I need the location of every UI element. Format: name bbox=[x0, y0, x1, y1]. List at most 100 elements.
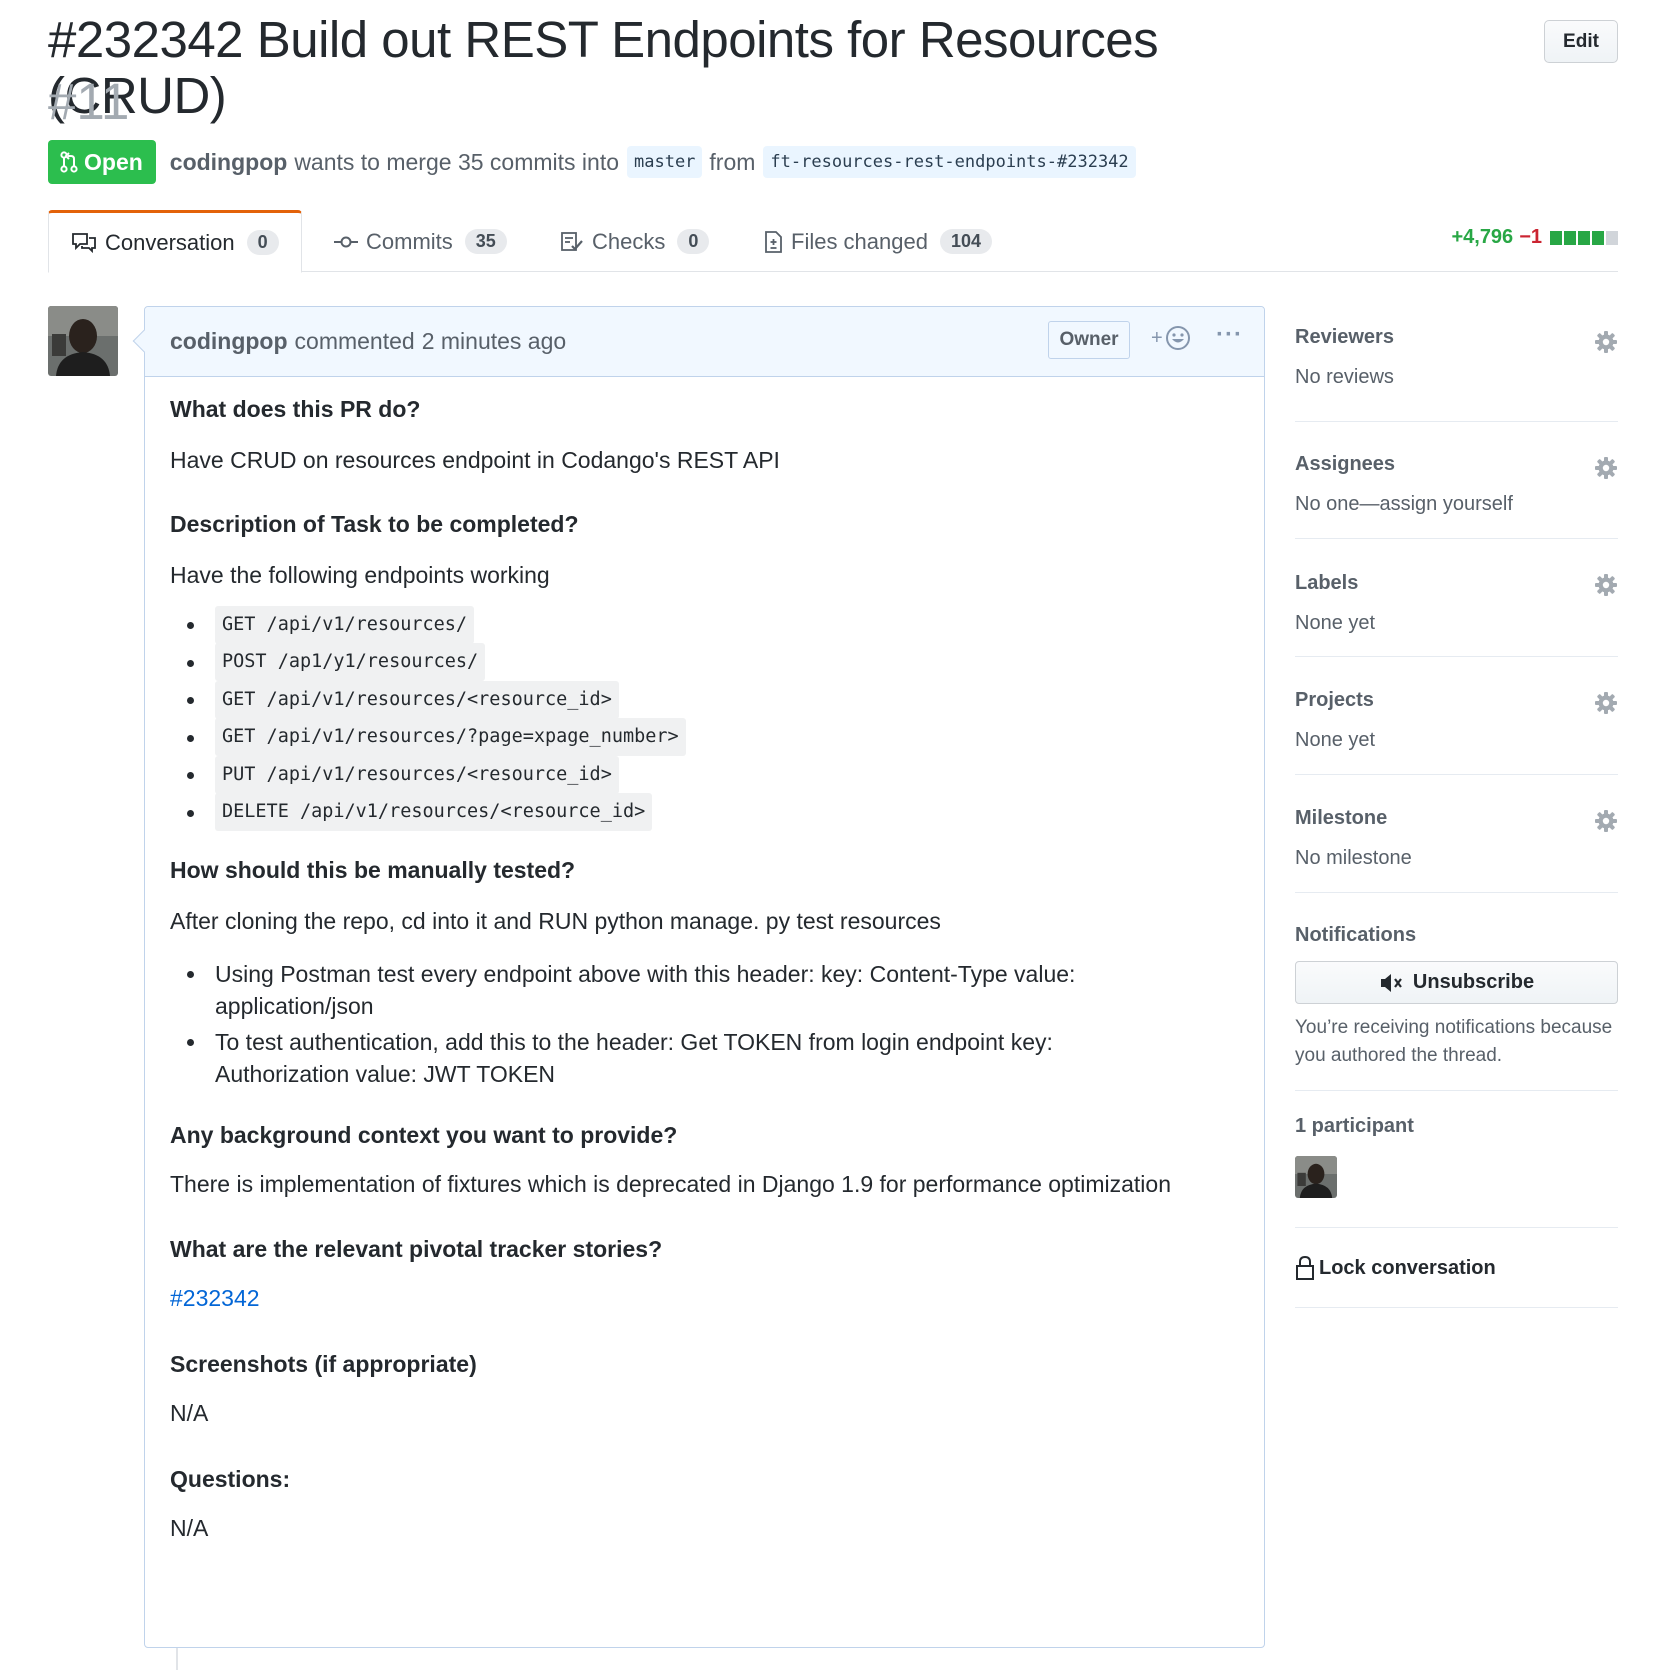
tab-label: Checks bbox=[592, 228, 666, 254]
comment-discussion-icon bbox=[71, 232, 97, 254]
diffstat-block bbox=[1606, 230, 1618, 245]
section-text: After cloning the repo, cd into it and R… bbox=[170, 908, 941, 934]
checklist-icon bbox=[560, 231, 584, 253]
sidebar-heading[interactable]: Milestone bbox=[1295, 807, 1618, 830]
endpoint-code: GET /api/v1/resources/?page=xpage_number… bbox=[215, 718, 686, 757]
section-text: N/A bbox=[170, 1515, 209, 1541]
sidebar-heading: 1 participant bbox=[1295, 1115, 1414, 1137]
head-branch[interactable]: ft-resources-rest-endpoints-#232342 bbox=[763, 146, 1136, 178]
plus-text: + bbox=[1151, 326, 1163, 349]
sidebar-heading[interactable]: Assignees bbox=[1295, 453, 1618, 476]
sidebar-heading[interactable]: Projects bbox=[1295, 689, 1618, 712]
section-text: Have CRUD on resources endpoint in Codan… bbox=[170, 447, 780, 473]
pr-description-comment: codingpop commented 2 minutes ago Owner … bbox=[132, 306, 1265, 1648]
state-label: Open bbox=[84, 148, 143, 175]
tab-label: Commits bbox=[366, 228, 453, 254]
section-heading: Any background context you want to provi… bbox=[170, 1122, 678, 1148]
section-heading: What does this PR do? bbox=[170, 396, 421, 422]
lock-icon bbox=[1295, 1255, 1315, 1281]
list-item: POST /ap1/y1/resources/ bbox=[170, 643, 686, 682]
section-heading: What are the relevant pivotal tracker st… bbox=[170, 1236, 663, 1262]
section-text: There is implementation of fixtures whic… bbox=[170, 1171, 1171, 1197]
edit-button[interactable]: Edit bbox=[1544, 20, 1618, 63]
comment-timestamp[interactable]: 2 minutes ago bbox=[422, 328, 566, 355]
sidebar-participants: 1 participant bbox=[1295, 1091, 1618, 1228]
endpoint-code: DELETE /api/v1/resources/<resource_id> bbox=[215, 793, 653, 832]
gear-icon[interactable] bbox=[1594, 809, 1618, 838]
author-link[interactable]: codingpop bbox=[170, 149, 288, 176]
lock-label: Lock conversation bbox=[1319, 1256, 1496, 1279]
diffstat-block bbox=[1550, 230, 1562, 245]
git-pull-request-icon bbox=[60, 150, 78, 174]
sidebar-labels: Labels None yet bbox=[1295, 539, 1618, 657]
diffstat: +4,796 −1 bbox=[1451, 226, 1618, 249]
list-item: GET /api/v1/resources/ bbox=[170, 605, 686, 644]
sidebar-assignees: Assignees No one—assign yourself bbox=[1295, 422, 1618, 539]
sidebar-milestone: Milestone No milestone bbox=[1295, 775, 1618, 893]
sidebar-heading[interactable]: Labels bbox=[1295, 572, 1618, 595]
sidebar-lock: Lock conversation bbox=[1295, 1228, 1618, 1308]
owner-badge: Owner bbox=[1048, 321, 1130, 359]
list-item: PUT /api/v1/resources/<resource_id> bbox=[170, 755, 686, 794]
test-steps-list: Using Postman test every endpoint above … bbox=[170, 958, 1180, 1094]
base-branch[interactable]: master bbox=[627, 146, 703, 178]
notification-reason: You’re receiving notifications because y… bbox=[1295, 1017, 1613, 1066]
gear-icon[interactable] bbox=[1594, 691, 1618, 720]
from-text: from bbox=[709, 148, 756, 175]
sidebar-heading[interactable]: Reviewers bbox=[1295, 326, 1618, 349]
list-item: To test authentication, add this to the … bbox=[170, 1026, 1180, 1090]
diffstat-block bbox=[1578, 230, 1590, 245]
gear-icon[interactable] bbox=[1594, 456, 1618, 485]
pivotal-story-link[interactable]: #232342 bbox=[170, 1282, 260, 1314]
diffstat-block bbox=[1592, 230, 1604, 245]
git-commit-icon bbox=[334, 235, 358, 249]
tab-checks[interactable]: Checks 0 bbox=[560, 210, 710, 273]
comment-action: commented bbox=[294, 328, 415, 354]
tab-label: Conversation bbox=[105, 229, 235, 255]
merge-text: wants to merge 35 commits into bbox=[294, 148, 619, 175]
pr-tabs: Conversation 0 Commits 35 Checks 0 Files… bbox=[48, 210, 1618, 273]
diff-deletions: −1 bbox=[1519, 226, 1542, 248]
comment-header: codingpop commented 2 minutes ago Owner … bbox=[145, 307, 1264, 377]
section-heading: How should this be manually tested? bbox=[170, 857, 576, 883]
timeline-line bbox=[176, 1648, 178, 1670]
unsubscribe-label: Unsubscribe bbox=[1412, 971, 1535, 993]
gear-icon[interactable] bbox=[1594, 573, 1618, 602]
sidebar-value: None yet bbox=[1295, 612, 1376, 634]
diff-icon bbox=[763, 230, 783, 254]
endpoint-code: PUT /api/v1/resources/<resource_id> bbox=[215, 755, 619, 794]
gear-icon[interactable] bbox=[1594, 330, 1618, 359]
sidebar-projects: Projects None yet bbox=[1295, 657, 1618, 775]
section-heading: Questions: bbox=[170, 1466, 291, 1492]
participant-avatar[interactable] bbox=[1295, 1156, 1337, 1198]
section-heading: Description of Task to be completed? bbox=[170, 511, 579, 537]
pr-meta: Open codingpop wants to merge 35 commits… bbox=[48, 140, 1136, 184]
comment-author[interactable]: codingpop bbox=[170, 328, 288, 355]
diff-additions: +4,796 bbox=[1451, 226, 1514, 248]
lock-conversation-link[interactable]: Lock conversation bbox=[1295, 1255, 1618, 1281]
comment-body: What does this PR do? Have CRUD on resou… bbox=[145, 377, 1264, 1541]
diff-blocks bbox=[1550, 230, 1618, 245]
list-item: Using Postman test every endpoint above … bbox=[170, 958, 1180, 1022]
unsubscribe-button[interactable]: Unsubscribe bbox=[1295, 961, 1618, 1004]
sidebar-notifications: Notifications Unsubscribe You’re receivi… bbox=[1295, 893, 1618, 1091]
sidebar-heading: Notifications bbox=[1295, 924, 1417, 946]
tab-conversation[interactable]: Conversation 0 bbox=[48, 210, 302, 273]
pr-title: #232342 Build out REST Endpoints for Res… bbox=[48, 11, 1159, 124]
sidebar-value: No reviews bbox=[1295, 366, 1394, 388]
pr-number: #11 bbox=[48, 73, 130, 130]
comment-options-button[interactable]: ··· bbox=[1216, 321, 1243, 349]
smiley-icon bbox=[1165, 325, 1191, 351]
tab-label: Files changed bbox=[791, 228, 928, 254]
add-reaction-button[interactable]: + bbox=[1151, 325, 1191, 351]
tab-files-changed[interactable]: Files changed 104 bbox=[763, 210, 993, 273]
state-badge: Open bbox=[48, 140, 156, 184]
sidebar-value[interactable]: No one—assign yourself bbox=[1295, 493, 1618, 516]
sidebar-value: None yet bbox=[1295, 729, 1376, 751]
tab-commits[interactable]: Commits 35 bbox=[334, 210, 507, 273]
endpoint-code: GET /api/v1/resources/ bbox=[215, 605, 475, 644]
diffstat-block bbox=[1564, 230, 1576, 245]
avatar[interactable] bbox=[48, 306, 118, 376]
tab-counter: 0 bbox=[677, 229, 710, 254]
sidebar-reviewers: Reviewers No reviews bbox=[1295, 306, 1618, 422]
